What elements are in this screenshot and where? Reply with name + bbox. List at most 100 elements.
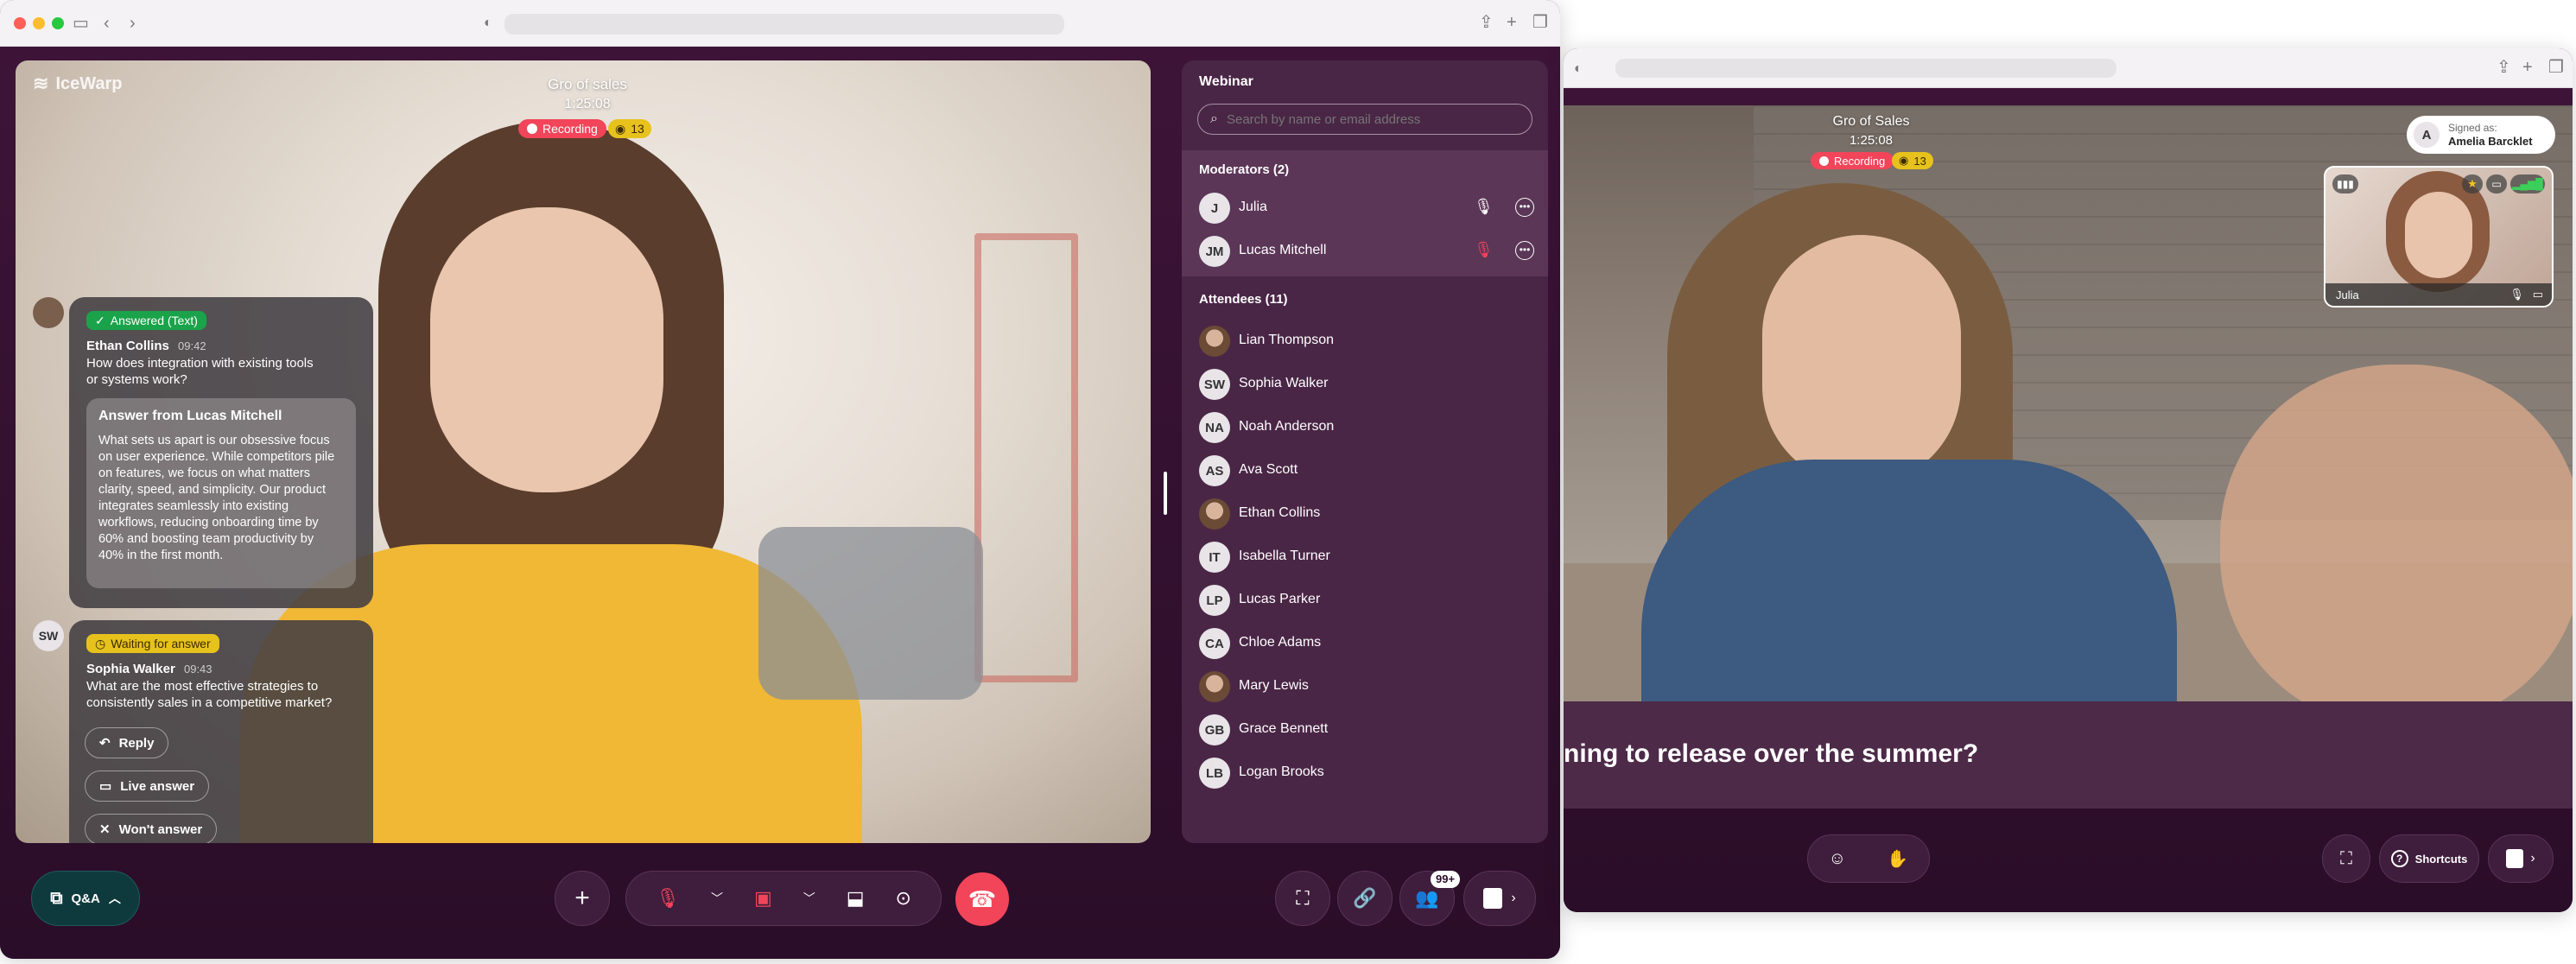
new-tab-icon[interactable]: +: [1507, 14, 1517, 31]
recording-badge-2: Recording: [1811, 152, 1894, 169]
viewers-badge-2: ◉ 13: [1892, 152, 1933, 169]
share-icon-2[interactable]: ⇪: [2497, 59, 2511, 76]
search-input[interactable]: [1226, 111, 1520, 127]
more-icon[interactable]: ⊙: [896, 887, 911, 910]
recording-badge: Recording: [518, 119, 606, 138]
qa-button[interactable]: ⧉ Q&A ︿: [31, 871, 140, 926]
add-button[interactable]: +: [555, 871, 610, 926]
link-button[interactable]: 🔗: [1337, 871, 1393, 926]
waiting-tag: ◷ Waiting for answer: [86, 634, 219, 653]
audio-wave-icon: ▮▮▮: [2332, 174, 2358, 193]
back-icon[interactable]: ‹: [104, 15, 110, 32]
participant-avatar: [1199, 671, 1230, 702]
attendee-row[interactable]: IT Isabella Turner: [1182, 536, 1548, 579]
participant-name: Logan Brooks: [1239, 764, 1324, 779]
eye-icon: ◉: [615, 121, 626, 136]
pip-name: Julia: [2336, 288, 2359, 301]
attendee-row[interactable]: SW Sophia Walker: [1182, 363, 1548, 406]
help-icon: ?: [2390, 850, 2408, 867]
participant-name: Julia: [1239, 200, 1267, 214]
mic-chevron-down-icon[interactable]: ﹀: [711, 890, 723, 907]
close-icon: ✕: [99, 822, 111, 837]
participant-name: Lucas Parker: [1239, 592, 1321, 606]
meeting-timer-2: 1:25:08: [1849, 133, 1894, 148]
shortcuts-button[interactable]: ? Shortcuts: [2379, 834, 2479, 883]
signed-as-label: Signed as:: [2448, 122, 2497, 134]
mic-muted-icon[interactable]: 🎙: [656, 887, 680, 910]
panel-resize-handle[interactable]: [1164, 472, 1167, 515]
media-controls: 🎙 ﹀ ▣ ﹀ ⬓ ⊙: [625, 871, 942, 926]
share-icon[interactable]: ⇪: [1479, 14, 1494, 31]
tabs-overview-icon-2[interactable]: ❐: [2548, 59, 2564, 76]
address-bar[interactable]: [504, 14, 1064, 35]
q1-text: How does integration with existing tools…: [86, 356, 314, 387]
forward-icon[interactable]: ›: [130, 15, 136, 32]
meeting-title: Gro of sales: [548, 76, 627, 92]
more-options-icon[interactable]: •••: [1515, 198, 1534, 217]
attendee-row[interactable]: NA Noah Anderson: [1182, 406, 1548, 449]
reply-button[interactable]: ↶ Reply: [85, 727, 169, 758]
maximize-window-button[interactable]: [52, 17, 64, 29]
close-window-button[interactable]: [14, 17, 26, 29]
secondary-window: ◐ ⇪ + ❐ Gro of Sales 1:25:08 Recording ◉…: [1564, 48, 2573, 912]
viewers-badge: ◉ 13: [608, 119, 651, 138]
panel-toggle-button-2[interactable]: ›: [2488, 834, 2554, 883]
attendee-row[interactable]: Ethan Collins: [1182, 492, 1548, 536]
presenter-arm: [2220, 365, 2573, 701]
mic-muted-icon[interactable]: 🎙: [1474, 241, 1494, 259]
attendee-row[interactable]: GB Grace Bennett: [1182, 708, 1548, 752]
layout-button[interactable]: ⛶: [1275, 871, 1330, 926]
reactions-controls: ☺ ✋: [1807, 834, 1930, 883]
attendee-row[interactable]: AS Ava Scott: [1182, 449, 1548, 492]
chevron-right-icon: ›: [1511, 891, 1516, 905]
screen-share-icon[interactable]: ⬓: [847, 887, 865, 910]
answer-box: Answer from Lucas Mitchell What sets us …: [86, 398, 356, 588]
participant-search[interactable]: ⌕: [1197, 104, 1532, 135]
participant-name: Ethan Collins: [1239, 505, 1321, 520]
participants-count-badge: 99+: [1431, 871, 1461, 888]
star-icon[interactable]: ★: [2462, 174, 2483, 193]
wont-answer-button[interactable]: ✕ Won't answer: [85, 814, 218, 843]
attendee-row[interactable]: CA Chloe Adams: [1182, 622, 1548, 665]
participant-avatar: CA: [1199, 628, 1230, 659]
camera-off-icon[interactable]: ▣: [754, 887, 772, 910]
browser-toolbar: ▭ ‹ › ◐ ⇪ + ❐: [0, 0, 1560, 47]
main-window: ▭ ‹ › ◐ ⇪ + ❐ ≋ IceWarp ✓ Answered (Text)…: [0, 0, 1560, 959]
mic-icon[interactable]: 🎙: [1474, 198, 1494, 216]
tabs-overview-icon[interactable]: ❐: [1532, 14, 1548, 31]
more-options-icon[interactable]: •••: [1515, 241, 1534, 260]
attendee-row[interactable]: LP Lucas Parker: [1182, 579, 1548, 622]
participant-avatar: LB: [1199, 758, 1230, 789]
icewarp-logo: ≋ IceWarp: [33, 73, 123, 95]
sofa-decor: [758, 527, 983, 700]
moderator-row[interactable]: JM Lucas Mitchell 🎙 •••: [1182, 230, 1548, 273]
meeting-title-2: Gro of Sales: [1832, 114, 1910, 129]
attendees-header: Attendees (11): [1199, 292, 1288, 307]
layout-button-2[interactable]: ⛶: [2322, 834, 2370, 883]
attendee-row[interactable]: Lian Thompson: [1182, 320, 1548, 363]
moderator-row[interactable]: J Julia 🎙 •••: [1182, 187, 1548, 230]
signed-in-badge[interactable]: A Signed as: Amelia Barcklet: [2407, 116, 2555, 154]
screen-icon[interactable]: ▭: [2486, 174, 2507, 193]
attendee-row[interactable]: Mary Lewis: [1182, 665, 1548, 708]
participant-name: Lian Thompson: [1239, 333, 1334, 347]
emoji-icon[interactable]: ☺: [1829, 849, 1846, 869]
minimize-window-button[interactable]: [33, 17, 45, 29]
attendee-row[interactable]: LB Logan Brooks: [1182, 752, 1548, 795]
participant-name: Isabella Turner: [1239, 549, 1330, 563]
participant-avatar: IT: [1199, 542, 1230, 573]
pip-video[interactable]: ▮▮▮ ★ ▭ ▂▄▆█ Julia 🎙 ▭: [2324, 166, 2554, 308]
live-answer-button[interactable]: ▭ Live answer: [85, 771, 210, 802]
panel-toggle-button[interactable]: ›: [1463, 871, 1536, 926]
speaker-face: [430, 207, 663, 492]
camera-chevron-down-icon[interactable]: ﹀: [803, 890, 815, 907]
end-call-button[interactable]: ☎: [955, 872, 1009, 926]
participant-name: Noah Anderson: [1239, 419, 1335, 434]
browser-toolbar-2: ◐ ⇪ + ❐: [1564, 48, 2573, 88]
chevron-right-icon-2: ›: [2530, 851, 2535, 866]
new-tab-icon-2[interactable]: +: [2522, 59, 2533, 76]
sidebar-toggle-icon[interactable]: ▭: [73, 15, 89, 32]
logo-icon: ≋: [33, 73, 49, 94]
raise-hand-icon[interactable]: ✋: [1887, 848, 1908, 870]
address-bar-2[interactable]: [1615, 59, 2116, 78]
